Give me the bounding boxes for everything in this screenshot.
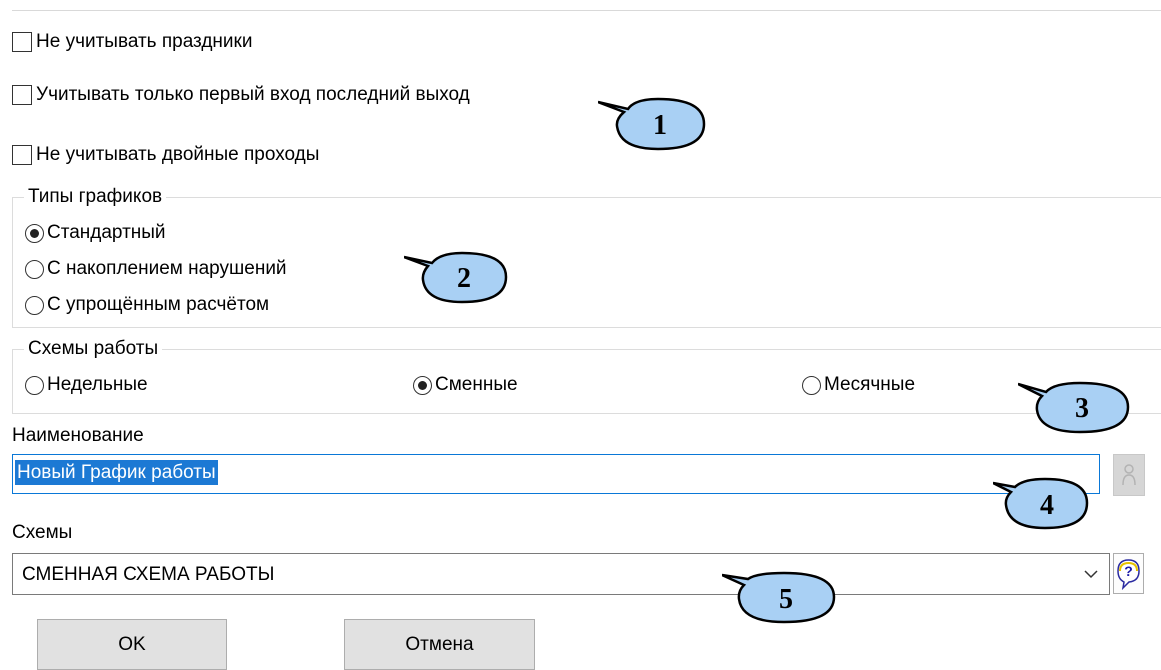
- checkbox-box[interactable]: [12, 32, 32, 52]
- cancel-button-label: Отмена: [405, 634, 474, 655]
- radio-circle[interactable]: [25, 295, 44, 315]
- callout-2-number: 2: [457, 263, 471, 294]
- schemes-select-value: СМЕННАЯ СХЕМА РАБОТЫ: [22, 564, 275, 585]
- radio-circle[interactable]: [25, 259, 44, 279]
- ok-button[interactable]: OK: [37, 619, 227, 670]
- schedule-types-legend: Типы графиков: [24, 186, 167, 208]
- callout-3-number: 3: [1075, 393, 1089, 424]
- radio-accumulation[interactable]: С накоплением нарушений: [25, 258, 287, 280]
- radio-circle[interactable]: [413, 375, 432, 395]
- chevron-down-icon: [1084, 570, 1098, 579]
- radio-label: С упрощённым расчётом: [47, 294, 270, 315]
- callout-2: 2: [404, 251, 508, 304]
- work-schemes-group: [12, 349, 1161, 414]
- radio-label: Недельные: [47, 374, 148, 395]
- help-icon: ?: [1117, 559, 1140, 591]
- top-divider: [12, 10, 1161, 11]
- checkbox-no-double-pass[interactable]: Не учитывать двойные проходы: [12, 144, 319, 166]
- schemes-select[interactable]: СМЕННАЯ СХЕМА РАБОТЫ: [12, 553, 1110, 595]
- name-label: Наименование: [12, 425, 144, 446]
- name-input[interactable]: Новый График работы: [12, 454, 1100, 494]
- svg-text:?: ?: [1124, 563, 1133, 579]
- radio-label: Сменные: [435, 374, 518, 395]
- radio-weekly[interactable]: Недельные: [25, 374, 148, 396]
- checkbox-box[interactable]: [12, 145, 32, 165]
- radio-standard[interactable]: Стандартный: [25, 222, 166, 244]
- checkbox-first-last-only[interactable]: Учитывать только первый вход последний в…: [12, 84, 470, 106]
- schemes-label: Схемы: [12, 522, 73, 543]
- radio-circle[interactable]: [25, 223, 44, 243]
- radio-label: Стандартный: [47, 222, 166, 243]
- cancel-button[interactable]: Отмена: [344, 619, 535, 670]
- checkbox-label: Не учитывать праздники: [36, 31, 253, 52]
- radio-circle[interactable]: [25, 375, 44, 395]
- name-lookup-button[interactable]: [1113, 454, 1145, 496]
- radio-simplified[interactable]: С упрощённым расчётом: [25, 294, 269, 316]
- checkbox-label: Не учитывать двойные проходы: [36, 144, 320, 165]
- name-input-value: Новый График работы: [15, 460, 218, 485]
- callout-3: 3: [1018, 381, 1130, 434]
- callout-5-number: 5: [779, 584, 793, 615]
- checkbox-label: Учитывать только первый вход последний в…: [36, 84, 470, 105]
- radio-monthly[interactable]: Месячные: [802, 374, 915, 396]
- ok-button-label: OK: [118, 634, 146, 655]
- callout-4: 4: [993, 477, 1089, 530]
- radio-circle[interactable]: [802, 375, 821, 395]
- help-button[interactable]: ?: [1113, 553, 1144, 594]
- callout-4-number: 4: [1040, 490, 1054, 521]
- callout-1: 1: [598, 97, 706, 151]
- callout-1-number: 1: [653, 110, 667, 141]
- callout-5: 5: [722, 571, 836, 624]
- work-schemes-legend: Схемы работы: [24, 338, 163, 360]
- checkbox-box[interactable]: [12, 85, 32, 105]
- radio-shift[interactable]: Сменные: [413, 374, 518, 396]
- person-icon: [1122, 464, 1136, 486]
- radio-label: С накоплением нарушений: [47, 258, 287, 279]
- checkbox-no-holidays[interactable]: Не учитывать праздники: [12, 31, 252, 53]
- radio-label: Месячные: [824, 374, 916, 395]
